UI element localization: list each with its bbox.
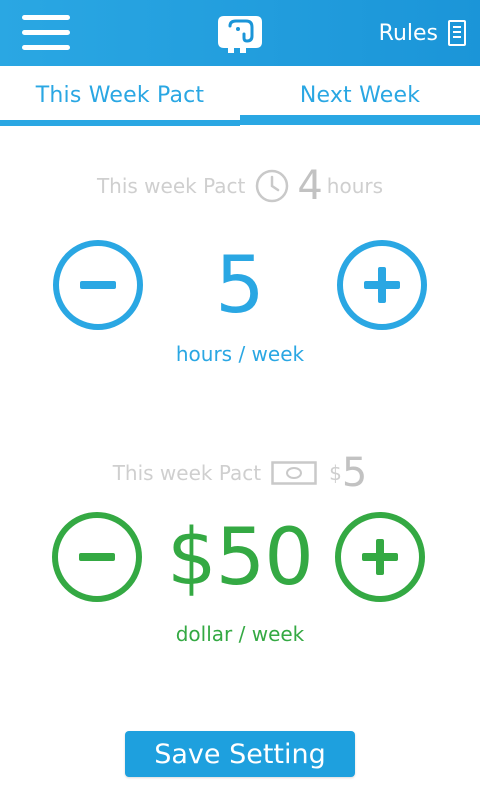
dollar-pact-info: This week Pact $ 5 <box>0 448 480 498</box>
dollar-pact-value: 5 <box>341 450 368 496</box>
dollar-unit-label: dollar / week <box>175 622 305 646</box>
elephant-logo-icon <box>218 16 262 53</box>
save-setting-button[interactable]: Save Setting <box>125 731 355 777</box>
hours-pact-info: This week Pact 4 hours <box>0 158 480 214</box>
top-bar: Rules <box>0 0 480 66</box>
hours-pact-label: This week Pact <box>96 174 246 198</box>
tab-label: Next Week <box>299 82 421 108</box>
tab-underline <box>0 120 240 126</box>
tab-label: This Week Pact <box>35 82 205 108</box>
tab-active-indicator <box>240 115 480 125</box>
plus-icon-v <box>376 539 384 575</box>
rules-label: Rules <box>378 20 438 46</box>
tab-this-week-pact[interactable]: This Week Pact <box>0 66 240 124</box>
hours-unit-label: hours / week <box>175 342 305 366</box>
money-bill-icon <box>271 461 317 485</box>
hours-pact-value: 4 <box>297 163 323 209</box>
document-icon <box>448 20 466 46</box>
plus-icon-v <box>378 267 386 303</box>
rules-button[interactable]: Rules <box>379 14 466 52</box>
hours-pact-unit: hours <box>326 174 384 198</box>
dollar-pact-label: This week Pact <box>112 461 262 485</box>
clock-icon <box>256 169 289 203</box>
dollar-increase-button[interactable] <box>335 512 425 602</box>
week-tabs: This Week Pact Next Week <box>0 66 480 128</box>
hours-increase-button[interactable] <box>337 240 427 330</box>
hamburger-menu-icon[interactable] <box>22 15 70 51</box>
dollar-pact-currency: $ <box>329 461 342 485</box>
